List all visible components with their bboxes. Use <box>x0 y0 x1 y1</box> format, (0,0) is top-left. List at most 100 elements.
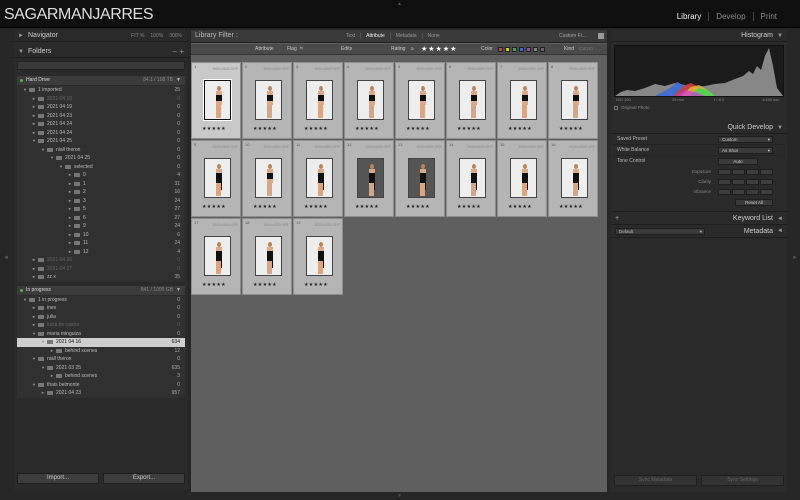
photo-thumbnail[interactable] <box>204 158 231 198</box>
flag-icon[interactable]: ⚑ <box>299 44 303 55</box>
folder-row[interactable]: ► 10 6 <box>17 231 185 240</box>
folder-row[interactable]: ▼ 2021 04 25 0 <box>17 137 185 146</box>
folder-row[interactable]: ► 2021 04 23 957 <box>17 389 185 398</box>
star-rating[interactable]: ★★★★★ <box>202 204 226 210</box>
star-rating[interactable]: ★★★★★ <box>355 126 379 132</box>
folder-row[interactable]: ► 2021 04 24 0 <box>17 120 185 129</box>
folder-row[interactable]: ► 2021 04 27 0 <box>17 265 185 274</box>
collapsed-triangle-icon[interactable]: ► <box>50 372 54 381</box>
star-rating[interactable]: ★★★★★ <box>457 204 481 210</box>
collapsed-triangle-icon[interactable]: ► <box>32 265 36 274</box>
thumbnail-cell[interactable]: 10 3000x4500 ORF ★★★★★ <box>242 140 292 217</box>
photo-thumbnail[interactable] <box>306 80 333 120</box>
increase-button[interactable] <box>746 179 759 185</box>
color-label-swatch[interactable] <box>498 47 503 52</box>
increase-button[interactable] <box>746 169 759 175</box>
expanded-triangle-icon[interactable]: ▼ <box>50 154 54 163</box>
expanded-triangle-icon[interactable]: ▼ <box>41 338 45 347</box>
zoom-100[interactable]: 100% <box>150 30 163 42</box>
photo-thumbnail[interactable] <box>357 158 384 198</box>
auto-tone-button[interactable]: Auto <box>718 158 758 165</box>
expand-triangle-icon[interactable]: ◄ <box>777 225 783 238</box>
folder-row[interactable]: ► 2 16 <box>17 188 185 197</box>
expanded-triangle-icon[interactable]: ▼ <box>32 137 36 146</box>
thumbnail-cell[interactable]: 14 3000x4500 ORF ★★★★★ <box>446 140 496 217</box>
folder-row[interactable]: ► 6 27 <box>17 214 185 223</box>
photo-thumbnail[interactable] <box>408 158 435 198</box>
module-print[interactable]: Print <box>752 12 784 21</box>
filter-tab-attribute[interactable]: Attribute <box>360 33 390 39</box>
decrease-button[interactable] <box>732 189 745 195</box>
collapse-triangle-icon[interactable]: ▼ <box>777 30 783 42</box>
folder-row[interactable]: ► 5 27 <box>17 205 185 214</box>
quick-develop-panel-header[interactable]: Quick Develop ▼ <box>611 122 787 134</box>
photo-thumbnail[interactable] <box>306 236 333 276</box>
folder-row[interactable]: ▼ 2021 03 25 635 <box>17 364 185 373</box>
thumbnail-cell[interactable]: 3 3000x4500 ORF ★★★★★ <box>293 62 343 139</box>
folder-row[interactable]: ► zz x 35 <box>17 273 185 282</box>
rating-stars-filter[interactable]: ★★★★★ <box>421 44 457 55</box>
volume-hard-drive[interactable]: Hard Drive 84.1 / 108 TB ▼ <box>17 76 185 85</box>
folder-row[interactable]: ▼ niall theron 0 <box>17 146 185 155</box>
star-rating[interactable]: ★★★★★ <box>457 126 481 132</box>
photo-thumbnail[interactable] <box>459 80 486 120</box>
sync-metadata-button[interactable]: Sync Metadata <box>614 475 697 486</box>
star-rating[interactable]: ★★★★★ <box>253 282 277 288</box>
folder-row[interactable]: ► 2021 04 23 0 <box>17 112 185 121</box>
export-button[interactable]: Export... <box>103 473 185 484</box>
decrease-large-button[interactable] <box>718 179 731 185</box>
checkbox-icon[interactable] <box>614 106 618 110</box>
collapsed-triangle-icon[interactable]: ► <box>32 120 36 129</box>
folders-panel-header[interactable]: ▼ Folders – + <box>14 46 188 58</box>
white-balance-select[interactable]: As Shot ▾ <box>718 147 773 154</box>
folder-row[interactable]: ▼ 1 in progress 0 <box>17 296 185 305</box>
collapsed-triangle-icon[interactable]: ► <box>68 197 72 206</box>
thumbnail-cell[interactable]: 15 3000x4500 ORF ★★★★★ <box>497 140 547 217</box>
increase-button[interactable] <box>746 189 759 195</box>
volume-expand-icon[interactable]: ▼ <box>176 76 181 85</box>
thumbnail-cell[interactable]: 17 3000x4500 ORF ★★★★★ <box>191 218 241 295</box>
expanded-triangle-icon[interactable]: ▼ <box>32 355 36 364</box>
increase-large-button[interactable] <box>760 189 773 195</box>
collapsed-triangle-icon[interactable]: ► <box>68 205 72 214</box>
thumbnail-cell[interactable]: 4 3000x4500 ORF ★★★★★ <box>344 62 394 139</box>
collapsed-triangle-icon[interactable]: ► <box>68 171 72 180</box>
star-rating[interactable]: ★★★★★ <box>355 204 379 210</box>
expanded-triangle-icon[interactable]: ▼ <box>59 163 63 172</box>
increase-large-button[interactable] <box>760 179 773 185</box>
keyword-list-panel-header[interactable]: + Keyword List ◄ <box>611 211 787 225</box>
folder-row[interactable]: ► 12 4 <box>17 248 185 257</box>
original-photo-toggle[interactable]: Original Photo <box>614 104 784 112</box>
collapsed-triangle-icon[interactable]: ► <box>68 214 72 223</box>
color-label-swatch[interactable] <box>540 47 545 52</box>
photo-thumbnail[interactable] <box>255 236 282 276</box>
star-rating[interactable]: ★★★★★ <box>202 126 226 132</box>
photo-thumbnail[interactable] <box>408 80 435 120</box>
folder-row[interactable]: ► 2021 04 24 0 <box>17 129 185 138</box>
thumbnail-cell[interactable]: 8 3000x4500 ORF ★★★★★ <box>548 62 598 139</box>
thumbnail-cell[interactable]: 5 3000x4500 ORF ★★★★★ <box>395 62 445 139</box>
expanded-triangle-icon[interactable]: ▼ <box>23 296 27 305</box>
folder-row[interactable]: ▼ niall theron 0 <box>17 355 185 364</box>
photo-thumbnail[interactable] <box>357 80 384 120</box>
collapsed-triangle-icon[interactable]: ► <box>32 95 36 104</box>
reset-all-button[interactable]: Reset All <box>735 199 773 206</box>
increase-large-button[interactable] <box>760 169 773 175</box>
collapsed-triangle-icon[interactable]: ► <box>32 112 36 121</box>
thumbnail-cell[interactable]: 18 3000x4500 ORF ★★★★★ <box>242 218 292 295</box>
expand-triangle-icon[interactable]: ▼ <box>18 46 24 58</box>
folder-row[interactable]: ► 3 24 <box>17 197 185 206</box>
saved-preset-select[interactable]: Custom ▾ <box>718 136 773 143</box>
lock-icon[interactable] <box>598 33 604 39</box>
star-rating[interactable]: ★★★★★ <box>508 126 532 132</box>
navigator-panel-header[interactable]: ► Navigator FIT % 100% 300% <box>14 30 188 42</box>
expanded-triangle-icon[interactable]: ▼ <box>32 381 36 390</box>
folder-row[interactable]: ► julia 0 <box>17 313 185 322</box>
thumbnail-cell[interactable]: 2 3000x4500 ORF ★★★★★ <box>242 62 292 139</box>
right-panel-toggle-icon[interactable]: ► <box>792 255 798 261</box>
bottom-panel-toggle-icon[interactable]: ▼ <box>397 493 402 499</box>
decrease-large-button[interactable] <box>718 189 731 195</box>
star-rating[interactable]: ★★★★★ <box>559 126 583 132</box>
star-rating[interactable]: ★★★★★ <box>508 204 532 210</box>
collapsed-triangle-icon[interactable]: ► <box>68 239 72 248</box>
